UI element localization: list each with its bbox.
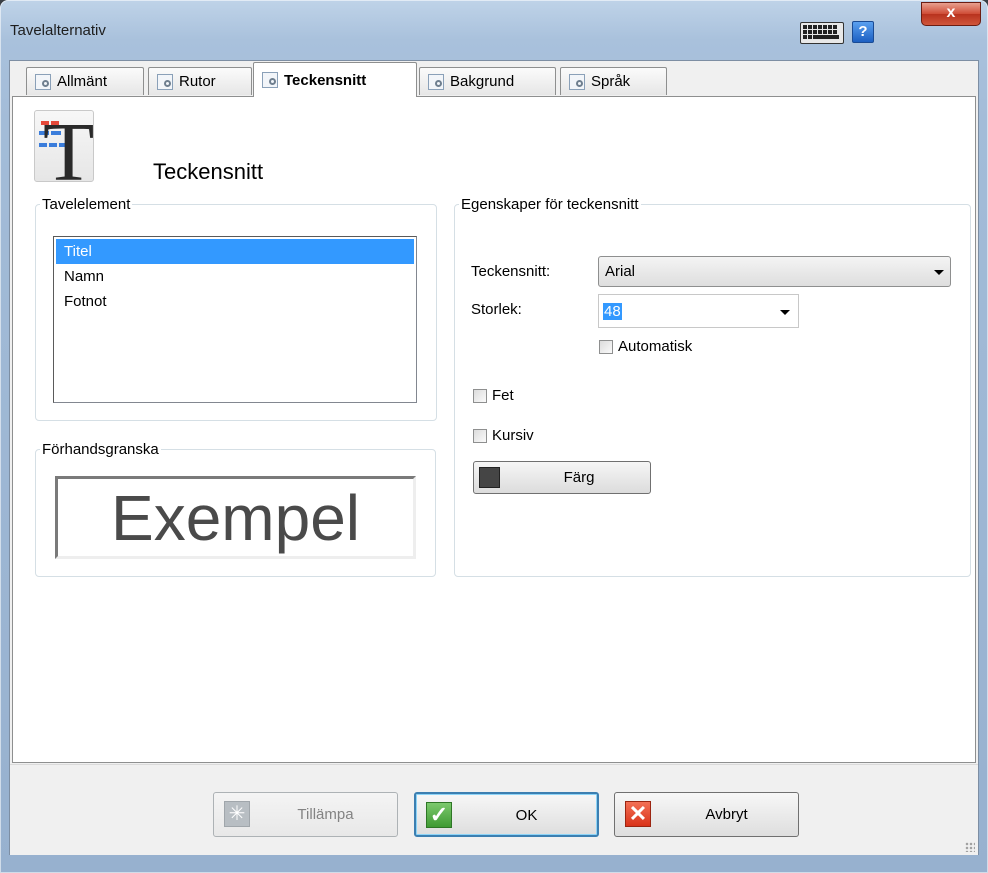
size-label: Storlek: [471,301,522,318]
cancel-button[interactable]: ✕ Avbryt [614,792,799,837]
tab-label: Språk [591,73,631,90]
help-icon[interactable]: ? [852,21,874,43]
font-settings-icon: T [34,110,94,195]
color-button-label: Färg [563,469,595,486]
tab-bakgrund[interactable]: Bakgrund [419,67,556,95]
close-button[interactable]: x [921,2,981,26]
gear-page-icon [262,72,278,88]
group-legend: Förhandsgranska [42,441,159,458]
keyboard-icon[interactable] [800,22,844,44]
tab-allmant[interactable]: Allmänt [26,67,144,95]
checkbox-label: Automatisk [618,338,693,355]
gear-page-icon [35,73,51,90]
ok-button[interactable]: ✓ OK [414,792,599,837]
apply-icon: ✳ [224,801,250,827]
font-family-value: Arial [605,263,636,280]
page-title: Teckensnitt [153,159,264,184]
font-size-value[interactable]: 48 [603,302,622,320]
cancel-x-icon: ✕ [625,801,651,827]
font-label: Teckensnitt: [471,263,551,280]
color-button[interactable]: Färg [473,461,651,494]
checkbox-box[interactable] [473,388,487,403]
gear-page-icon [157,73,173,90]
cancel-label: Avbryt [705,806,748,823]
tab-rutor[interactable]: Rutor [148,67,252,95]
tab-sprak[interactable]: Språk [560,67,667,95]
list-item-titel[interactable]: Titel [56,239,414,264]
group-legend: Tavelelement [42,196,131,213]
font-family-dropdown[interactable]: Arial [598,256,951,287]
list-item-namn[interactable]: Namn [56,264,414,289]
checkmark-icon: ✓ [426,802,452,828]
font-t-glyph: T [43,106,95,199]
gear-page-icon [428,73,444,90]
tab-label: Allmänt [57,73,108,90]
apply-label: Tillämpa [297,806,354,823]
chevron-down-icon [780,310,790,315]
auto-size-checkbox[interactable]: Automatisk [599,338,692,355]
list-item-fotnot[interactable]: Fotnot [56,289,414,314]
checkbox-box[interactable] [599,339,613,354]
chevron-down-icon [934,269,944,275]
dialog-footer: ✳ Tillämpa ✓ OK ✕ Avbryt [10,764,978,855]
tab-strip: Allmänt Rutor Teckensnitt Bakgrund Språk [10,61,978,97]
checkbox-label: Fet [492,387,514,404]
checkbox-box[interactable] [473,428,487,443]
font-properties-group: Egenskaper för teckensnitt [454,196,971,577]
gear-page-icon [569,73,585,90]
checkbox-label: Kursiv [492,427,534,444]
group-legend: Egenskaper för teckensnitt [461,196,639,213]
tab-teckensnitt[interactable]: Teckensnitt [253,62,417,97]
ok-label: OK [515,807,538,824]
tab-label: Teckensnitt [284,71,367,89]
dialog-client-area: Allmänt Rutor Teckensnitt Bakgrund Språk [9,60,979,855]
resize-grip[interactable] [965,842,975,852]
board-elements-list[interactable]: Titel Namn Fotnot [53,236,417,403]
italic-checkbox[interactable]: Kursiv [473,427,534,444]
apply-button[interactable]: ✳ Tillämpa [213,792,398,837]
font-preview: Exempel [55,476,416,559]
bold-checkbox[interactable]: Fet [473,387,514,404]
tab-label: Bakgrund [450,73,515,90]
title-bar[interactable]: Tavelalternativ ? x [0,0,988,56]
font-size-combobox[interactable]: 48 [598,294,799,328]
window-title: Tavelalternativ [10,22,106,39]
dialog-window: Tavelalternativ ? x Allmänt Rutor Tecken… [0,0,988,873]
tab-label: Rutor [179,73,216,90]
